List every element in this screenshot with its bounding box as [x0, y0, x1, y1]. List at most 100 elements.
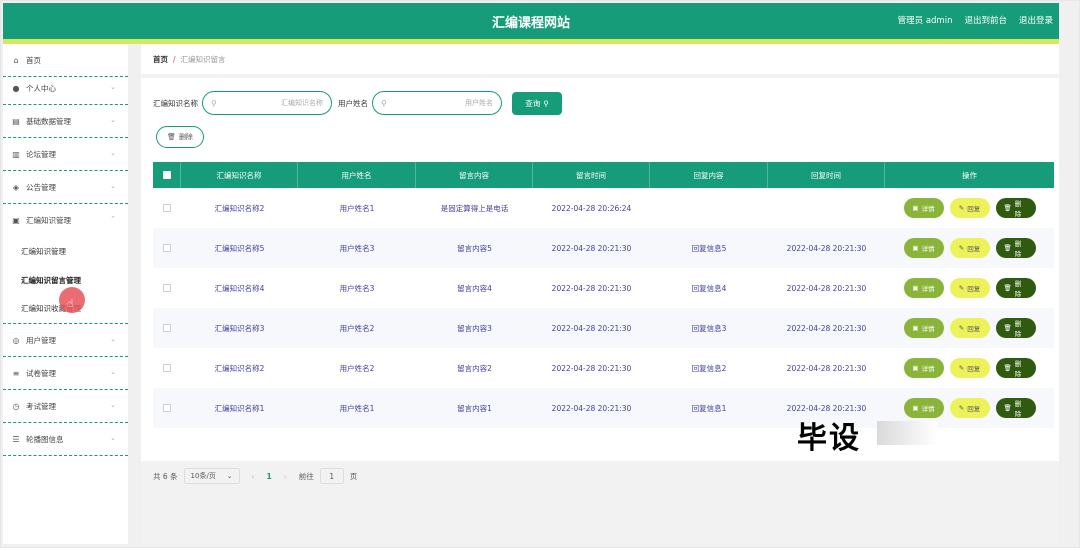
- select-all-checkbox[interactable]: [162, 171, 171, 179]
- row-checkbox[interactable]: [163, 324, 171, 332]
- cell-knowledge-name: 汇编知识名称3: [214, 323, 265, 333]
- detail-button-label: 详情: [921, 205, 935, 213]
- reply-button[interactable]: ✎ 回复: [949, 318, 990, 338]
- delete-button[interactable]: 🗑 删除: [995, 358, 1036, 378]
- cell-reply-time: 2022-04-28 20:21:30: [786, 363, 867, 373]
- detail-button-label: 详情: [921, 365, 935, 373]
- sidebar-item-knowledge[interactable]: ▣ 汇编知识管理 ⌃: [3, 204, 128, 237]
- delete-button[interactable]: 🗑 删除: [995, 238, 1036, 258]
- delete-button[interactable]: 🗑 删除: [995, 398, 1036, 418]
- row-checkbox[interactable]: [163, 284, 171, 292]
- reply-button[interactable]: ✎ 回复: [949, 358, 990, 378]
- table-row: 汇编知识名称2 用户姓名2 留言内容2 2022-04-28 20:21:30 回复信息…: [153, 348, 1054, 388]
- page-size-select[interactable]: 10条/页 ⌄: [183, 468, 240, 484]
- sidebar-item-base-data[interactable]: ▤ 基础数据管理 ⌄: [3, 105, 128, 138]
- knowledge-name-label: 汇编知识名称: [153, 98, 198, 108]
- user-name-input[interactable]: ⚲ 用户姓名: [372, 91, 502, 115]
- reply-button[interactable]: ✎ 回复: [949, 238, 990, 258]
- cell-reply-time: [768, 188, 885, 228]
- query-button[interactable]: 查询 ⚲: [512, 91, 562, 115]
- trash-icon: 🗑: [1003, 284, 1012, 292]
- current-page-number[interactable]: 1: [267, 472, 272, 481]
- breadcrumb: 首页 / 汇编知识留言: [141, 44, 1059, 74]
- cell-message: 留言内容3: [457, 323, 492, 333]
- row-checkbox[interactable]: [163, 244, 171, 252]
- user-name-label: 用户姓名: [338, 98, 368, 108]
- cell-knowledge-name: 汇编知识名称2: [214, 203, 265, 213]
- sidebar-item-profile[interactable]: ● 个人中心 ⌄: [3, 72, 128, 105]
- total-count: 共 6 条: [153, 471, 178, 481]
- chevron-down-icon: ⌄: [110, 149, 116, 157]
- detail-button[interactable]: ▣ 详情: [903, 198, 944, 218]
- clock-icon: ◷: [12, 401, 20, 411]
- reply-button[interactable]: ✎ 回复: [949, 278, 990, 298]
- search-form: 汇编知识名称 ⚲ 汇编知识名称 用户姓名 ⚲ 用户姓名 查询 ⚲: [153, 91, 562, 115]
- detail-button[interactable]: ▣ 详情: [903, 238, 944, 258]
- cell-message: 是固定算得上是电话: [440, 203, 509, 213]
- sidebar-subitem-knowledge[interactable]: 汇编知识管理: [3, 236, 128, 266]
- knowledge-name-input[interactable]: ⚲ 汇编知识名称: [202, 91, 332, 115]
- prev-page-icon[interactable]: ‹: [252, 472, 255, 481]
- chevron-down-icon: ⌄: [110, 335, 116, 343]
- reply-button[interactable]: ✎ 回复: [949, 398, 990, 418]
- breadcrumb-home[interactable]: 首页: [153, 54, 168, 65]
- detail-button[interactable]: ▣ 详情: [903, 358, 944, 378]
- detail-button[interactable]: ▣ 详情: [903, 398, 944, 418]
- watermark-text: 毕设: [797, 421, 861, 456]
- cell-message: 留言内容2: [457, 363, 492, 373]
- detail-button[interactable]: ▣ 详情: [903, 318, 944, 338]
- goto-page-input[interactable]: 1: [319, 468, 344, 484]
- sidebar-item-exams[interactable]: ◷ 考试管理 ⌄: [3, 390, 128, 423]
- reply-button-label: 回复: [967, 245, 981, 253]
- current-user: 管理员 admin: [897, 16, 953, 26]
- sidebar-item-papers[interactable]: ≡ 试卷管理 ⌄: [3, 357, 128, 390]
- clipboard-icon: ▤: [12, 116, 20, 126]
- sidebar-item-label: 首页: [26, 55, 41, 65]
- sidebar-item-carousel[interactable]: ☰ 轮播图信息 ⌄: [3, 423, 128, 456]
- table-row: 汇编知识名称5 用户姓名3 留言内容5 2022-04-28 20:21:30 回复信息…: [153, 228, 1054, 268]
- cell-reply-time: 2022-04-28 20:21:30: [786, 283, 867, 293]
- sidebar-item-label: 试卷管理: [26, 368, 56, 378]
- cell-user-name: 用户姓名1: [339, 403, 375, 413]
- delete-button[interactable]: 🗑 删除: [995, 278, 1036, 298]
- sidebar-item-users[interactable]: ◎ 用户管理 ⌄: [3, 324, 128, 357]
- delete-button[interactable]: 🗑 删除: [995, 198, 1036, 218]
- cell-message-time: 2022-04-28 20:21:30: [551, 283, 632, 293]
- edit-icon: ✎: [958, 404, 965, 412]
- cell-reply: 回复信息5: [691, 243, 727, 253]
- next-page-icon[interactable]: ›: [284, 472, 287, 481]
- logout-link[interactable]: 退出登录: [1019, 14, 1053, 26]
- search-icon: ⚲: [381, 98, 387, 108]
- sidebar-item-notice[interactable]: ◈ 公告管理 ⌄: [3, 171, 128, 204]
- delete-button[interactable]: 🗑 删除: [995, 318, 1036, 338]
- delete-button-label: 删除: [1014, 280, 1022, 298]
- batch-delete-button[interactable]: 🗑 删除: [156, 126, 204, 148]
- cell-user-name: 用户姓名2: [339, 363, 375, 373]
- row-checkbox[interactable]: [163, 364, 171, 372]
- trash-icon: 🗑: [1003, 404, 1012, 412]
- chevron-down-icon: ⌄: [110, 116, 116, 124]
- reply-button[interactable]: ✎ 回复: [949, 198, 990, 218]
- knowledge-name-placeholder: 汇编知识名称: [281, 99, 323, 107]
- sidebar-item-forum[interactable]: ▥ 论坛管理 ⌄: [3, 138, 128, 171]
- chevron-up-icon: ⌃: [110, 215, 116, 223]
- detail-button[interactable]: ▣ 详情: [903, 278, 944, 298]
- cell-message: 留言内容4: [457, 283, 492, 293]
- hand-cursor-icon: ☝: [67, 297, 74, 310]
- row-checkbox[interactable]: [163, 204, 171, 212]
- cell-reply: [650, 188, 768, 228]
- detail-button-label: 详情: [921, 245, 935, 253]
- back-to-frontend-link[interactable]: 退出到前台: [964, 14, 1007, 26]
- cell-actions: ▣ 详情 ✎ 回复 🗑 删除: [885, 348, 1054, 388]
- detail-button-label: 详情: [921, 405, 935, 413]
- table-body: 汇编知识名称2 用户姓名1 是固定算得上是电话 2022-04-28 20:26:24…: [153, 188, 1054, 428]
- delete-button-label: 删除: [1014, 360, 1022, 378]
- cell-reply-time: 2022-04-28 20:21:30: [786, 243, 867, 253]
- delete-button-label: 删除: [1014, 320, 1022, 338]
- row-checkbox[interactable]: [163, 404, 171, 412]
- edit-icon: ✎: [958, 284, 965, 292]
- edit-icon: ✎: [958, 364, 965, 372]
- cell-reply-time: 2022-04-28 20:21:30: [786, 323, 867, 333]
- detail-button-label: 详情: [921, 325, 935, 333]
- chevron-down-icon: ⌄: [110, 182, 116, 190]
